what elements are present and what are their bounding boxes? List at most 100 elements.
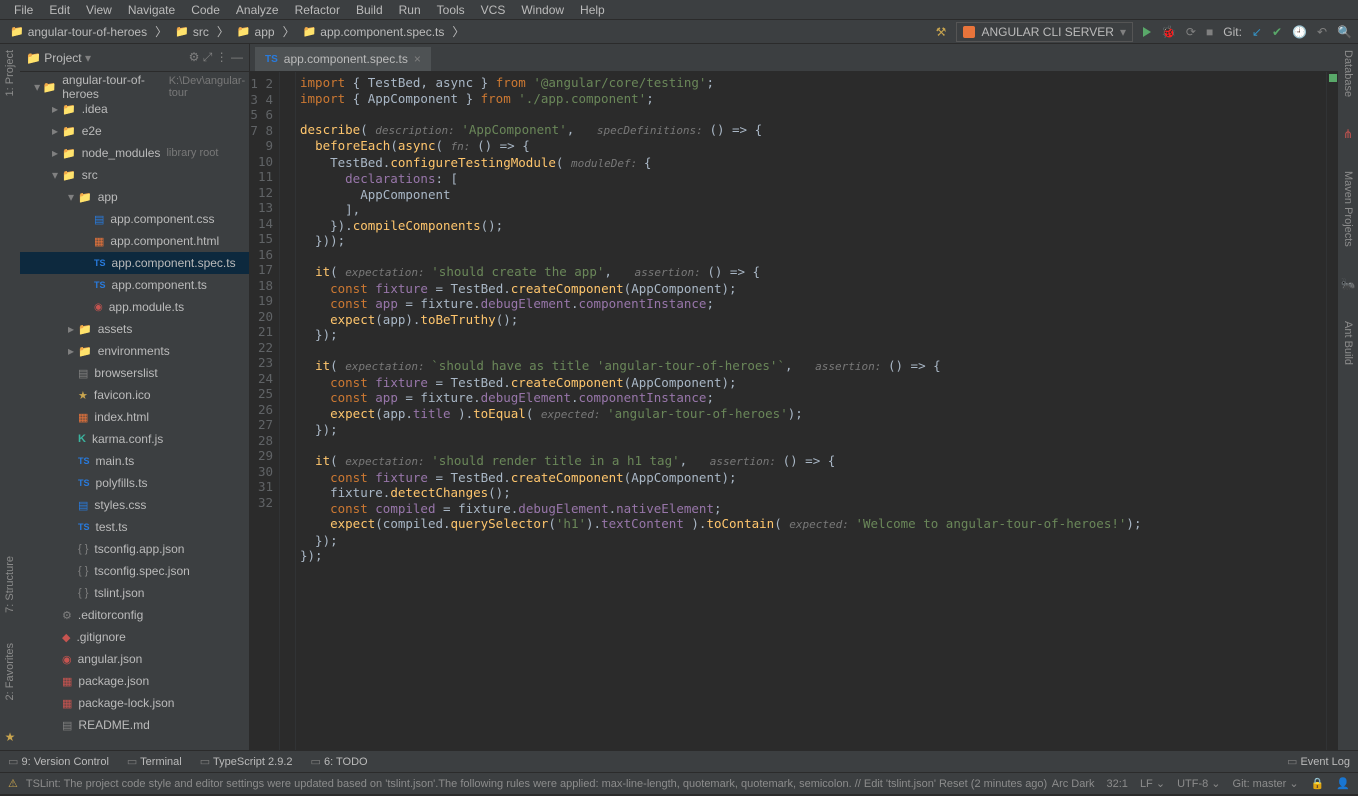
status-caret-pos[interactable]: 32:1: [1107, 778, 1128, 790]
breadcrumb-item[interactable]: 📁app.component.spec.ts: [299, 25, 449, 39]
menu-run[interactable]: Run: [391, 3, 429, 17]
tree-item[interactable]: ▤browserslist: [20, 362, 249, 384]
bottom-tab[interactable]: ▭ TypeScript 2.9.2: [200, 755, 293, 768]
tab-app-component-spec[interactable]: TS app.component.spec.ts ×: [255, 47, 431, 71]
tree-item[interactable]: TSpolyfills.ts: [20, 472, 249, 494]
tree-item[interactable]: ▤app.component.css: [20, 208, 249, 230]
bottom-tab[interactable]: ▭ 6: TODO: [311, 755, 368, 768]
vcs-commit-icon[interactable]: ✔: [1272, 25, 1282, 39]
menu-window[interactable]: Window: [513, 3, 572, 17]
tree-item[interactable]: { }tsconfig.spec.json: [20, 560, 249, 582]
star-icon: ★: [5, 730, 16, 744]
menu-edit[interactable]: Edit: [41, 3, 78, 17]
event-log-tab[interactable]: ▭ Event Log: [1287, 755, 1350, 768]
ts-icon: TS: [265, 54, 278, 65]
tree-item[interactable]: ⚙.editorconfig: [20, 604, 249, 626]
tool-database[interactable]: Database: [1342, 50, 1354, 97]
tree-item[interactable]: ▤styles.css: [20, 494, 249, 516]
tree-item[interactable]: { }tsconfig.app.json: [20, 538, 249, 560]
tree-item[interactable]: TStest.ts: [20, 516, 249, 538]
breadcrumb-item[interactable]: 📁angular-tour-of-heroes: [6, 25, 151, 39]
status-encoding[interactable]: UTF-8: [1177, 778, 1208, 790]
breadcrumb-item[interactable]: 📁src: [171, 25, 213, 39]
code-content[interactable]: import { TestBed, async } from '@angular…: [296, 72, 1326, 750]
project-header: 📁 Project ▾ ⚙ ⤢ ⋮ —: [20, 44, 249, 72]
tool-favorites[interactable]: 2: Favorites: [4, 643, 16, 700]
tab-label: app.component.spec.ts: [284, 52, 408, 66]
search-icon[interactable]: 🔍: [1337, 25, 1352, 39]
status-line-ending[interactable]: LF: [1140, 778, 1153, 790]
code-editor[interactable]: 1 2 3 4 5 6 7 8 9 10 11 12 13 14 15 16 1…: [250, 72, 1338, 750]
tree-item[interactable]: ◆.gitignore: [20, 626, 249, 648]
menu-analyze[interactable]: Analyze: [228, 3, 287, 17]
tree-item[interactable]: ▸📁e2e: [20, 120, 249, 142]
menu-refactor[interactable]: Refactor: [287, 3, 348, 17]
tree-item[interactable]: ◉angular.json: [20, 648, 249, 670]
tree-item[interactable]: ▦package.json: [20, 670, 249, 692]
line-numbers: 1 2 3 4 5 6 7 8 9 10 11 12 13 14 15 16 1…: [250, 72, 280, 750]
tree-item[interactable]: TSmain.ts: [20, 450, 249, 472]
tree-item[interactable]: TSapp.component.spec.ts: [20, 252, 249, 274]
tree-item[interactable]: TSapp.component.ts: [20, 274, 249, 296]
status-message: TSLint: The project code style and edito…: [26, 778, 1047, 790]
run-config-selector[interactable]: ANGULAR CLI SERVER ▾: [956, 22, 1133, 42]
tree-item[interactable]: { }tslint.json: [20, 582, 249, 604]
chevron-down-icon: ▾: [1120, 25, 1126, 39]
tool-structure[interactable]: 7: Structure: [4, 556, 16, 613]
menu-file[interactable]: File: [6, 3, 41, 17]
tool-maven[interactable]: Maven Projects: [1342, 171, 1354, 247]
vcs-revert-icon[interactable]: ↶: [1317, 25, 1327, 39]
tree-item[interactable]: ▸📁node_moduleslibrary root: [20, 142, 249, 164]
status-git-branch[interactable]: Git: master: [1233, 778, 1287, 790]
menu-vcs[interactable]: VCS: [473, 3, 514, 17]
tree-item[interactable]: ▦index.html: [20, 406, 249, 428]
editor-area: TS app.component.spec.ts × 1 2 3 4 5 6 7…: [250, 44, 1338, 750]
build-icon[interactable]: ⚒: [936, 25, 947, 39]
tree-item[interactable]: ◉app.module.ts: [20, 296, 249, 318]
coverage-icon[interactable]: ⟳: [1186, 25, 1196, 39]
debug-icon[interactable]: 🐞: [1161, 25, 1176, 39]
tree-item[interactable]: ▸📁assets: [20, 318, 249, 340]
navigation-bar: 📁angular-tour-of-heroes 〉 📁src 〉 📁app 〉 📁app.c…: [0, 20, 1358, 44]
status-theme[interactable]: Arc Dark: [1052, 778, 1095, 790]
tree-item[interactable]: ▾📁angular-tour-of-heroesK:\Dev\angular-t…: [20, 76, 249, 98]
tool-ant[interactable]: Ant Build: [1342, 321, 1354, 365]
bottom-tab[interactable]: ▭ 9: Version Control: [8, 755, 109, 768]
tree-item[interactable]: ▸📁.idea: [20, 98, 249, 120]
tree-item[interactable]: ▾📁app: [20, 186, 249, 208]
run-icon[interactable]: [1143, 27, 1151, 37]
tree-item[interactable]: ▾📁src: [20, 164, 249, 186]
vcs-history-icon[interactable]: 🕘: [1292, 25, 1307, 39]
menu-help[interactable]: Help: [572, 3, 613, 17]
tree-item[interactable]: ▦package-lock.json: [20, 692, 249, 714]
menu-view[interactable]: View: [78, 3, 120, 17]
error-stripe[interactable]: [1326, 72, 1338, 750]
menu-code[interactable]: Code: [183, 3, 228, 17]
menu-navigate[interactable]: Navigate: [120, 3, 183, 17]
close-icon[interactable]: ×: [414, 52, 421, 66]
tree-item[interactable]: ★favicon.ico: [20, 384, 249, 406]
tree-item[interactable]: ▤README.md: [20, 714, 249, 736]
breadcrumb-separator: 〉: [155, 23, 167, 40]
hector-icon[interactable]: 👤: [1336, 777, 1350, 790]
tree-item[interactable]: Kkarma.conf.js: [20, 428, 249, 450]
breadcrumb-separator: 〉: [283, 23, 295, 40]
chevron-down-icon[interactable]: ▾: [85, 51, 91, 65]
breadcrumbs: 📁angular-tour-of-heroes 〉 📁src 〉 📁app 〉 📁app.c…: [6, 23, 464, 40]
breadcrumb-separator: 〉: [217, 23, 229, 40]
project-tree[interactable]: ▾📁angular-tour-of-heroesK:\Dev\angular-t…: [20, 72, 249, 750]
lock-icon[interactable]: 🔒: [1311, 777, 1325, 790]
tree-item[interactable]: ▦app.component.html: [20, 230, 249, 252]
stop-icon[interactable]: ■: [1206, 25, 1213, 39]
tree-item[interactable]: ▸📁environments: [20, 340, 249, 362]
project-header-tools[interactable]: ⚙ ⤢ ⋮ —: [189, 50, 243, 65]
gutter-marks: [280, 72, 296, 750]
toolbar-right: ⚒ ANGULAR CLI SERVER ▾ 🐞 ⟳ ■ Git: ↙ ✔ 🕘 …: [936, 22, 1352, 42]
vcs-update-icon[interactable]: ↙: [1252, 25, 1262, 39]
menu-build[interactable]: Build: [348, 3, 391, 17]
tool-project[interactable]: 1: Project: [4, 50, 16, 96]
main-body: 1: Project 7: Structure 2: Favorites ★ 📁…: [0, 44, 1358, 750]
breadcrumb-item[interactable]: 📁app: [233, 25, 279, 39]
bottom-tab[interactable]: ▭ Terminal: [127, 755, 182, 768]
menu-tools[interactable]: Tools: [429, 3, 473, 17]
